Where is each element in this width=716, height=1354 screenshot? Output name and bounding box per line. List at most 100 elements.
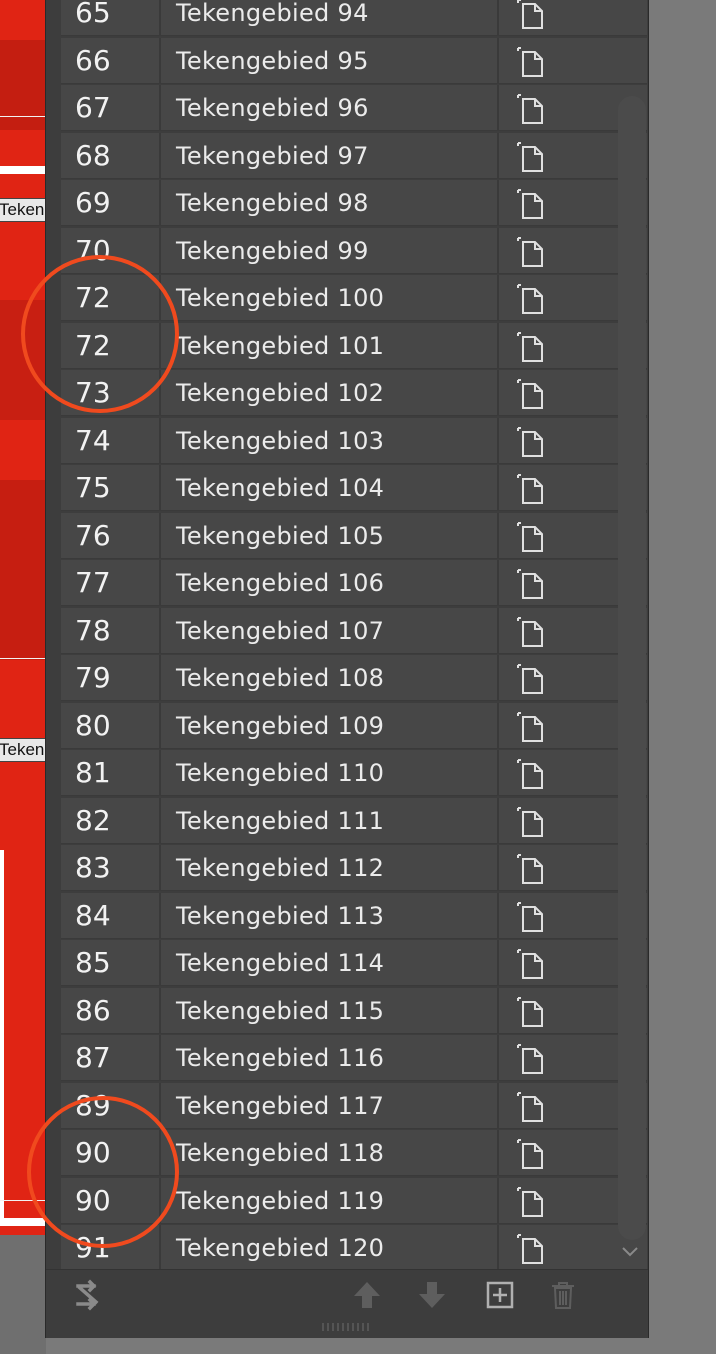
artboard-row[interactable]: 74 Tekengebied 103 (61, 417, 647, 464)
artboard-row[interactable]: 90 Tekengebied 119 (61, 1177, 647, 1224)
artboard-row[interactable]: 72 Tekengebied 100 (61, 275, 647, 321)
artboard-row[interactable]: 85 Tekengebied 114 (61, 940, 647, 986)
scrollbar-thumb[interactable] (618, 96, 646, 1240)
artboard-row[interactable]: 91 Tekengebied 120 (61, 1225, 647, 1269)
artboard-options-icon[interactable] (516, 141, 548, 173)
artboard-name[interactable]: Tekengebied 105 (163, 512, 499, 559)
artboard-options-icon[interactable] (516, 1186, 548, 1218)
artboard-name[interactable]: Tekengebied 119 (163, 1177, 499, 1224)
artboard-name[interactable]: Tekengebied 95 (163, 37, 499, 84)
artboard-row[interactable]: 78 Tekengebied 107 (61, 607, 647, 654)
artboard-row[interactable]: 65 Tekengebied 94 (61, 0, 647, 36)
artboard-options-icon[interactable] (516, 46, 548, 78)
artboard-options-icon[interactable] (516, 188, 548, 220)
artboard-options-icon[interactable] (516, 1043, 548, 1075)
artboard-row[interactable]: 83 Tekengebied 112 (61, 845, 647, 891)
artboard-options-icon[interactable] (516, 853, 548, 885)
artboard-options-icon[interactable] (516, 0, 548, 30)
artboard-row[interactable]: 68 Tekengebied 97 (61, 132, 647, 179)
artboard-name[interactable]: Tekengebied 106 (163, 560, 499, 606)
artboard-label[interactable]: Tekengebied (0, 738, 46, 762)
artboard-name[interactable]: Tekengebied 117 (163, 1082, 499, 1129)
artboard-row[interactable]: 89 Tekengebied 117 (61, 1082, 647, 1129)
artboard-options-icon[interactable] (516, 378, 548, 410)
artwork-canvas[interactable]: Tekengebied Tekengebied (0, 0, 46, 1235)
artboard-options-icon[interactable] (516, 473, 548, 505)
artboard-row[interactable]: 82 Tekengebied 111 (61, 797, 647, 844)
artboard-options-icon[interactable] (516, 758, 548, 790)
artboard-number: 90 (61, 1130, 161, 1176)
artboard-options-icon[interactable] (516, 996, 548, 1028)
artboard-row[interactable]: 86 Tekengebied 115 (61, 987, 647, 1034)
artboards-list[interactable]: 65 Tekengebied 94 66 Tekengebied 95 67 Tekeng… (61, 0, 647, 1269)
artboard-name[interactable]: Tekengebied 109 (163, 702, 499, 749)
artboard-row[interactable]: 66 Tekengebied 95 (61, 37, 647, 84)
artboard-row[interactable]: 87 Tekengebied 116 (61, 1035, 647, 1081)
panel-toolbar (46, 1269, 648, 1322)
artboard-row[interactable]: 81 Tekengebied 110 (61, 750, 647, 796)
artboard-row[interactable]: 80 Tekengebied 109 (61, 702, 647, 749)
artboard-name[interactable]: Tekengebied 108 (163, 655, 499, 701)
artboard-name[interactable]: Tekengebied 114 (163, 940, 499, 986)
artboard-row[interactable]: 70 Tekengebied 99 (61, 227, 647, 274)
artboard-options-icon[interactable] (516, 948, 548, 980)
artboard-options-icon[interactable] (516, 283, 548, 315)
artboard-options-icon[interactable] (516, 93, 548, 125)
artboard-number: 73 (61, 370, 161, 416)
artboard-name[interactable]: Tekengebied 94 (163, 0, 499, 36)
artboard-name[interactable]: Tekengebied 118 (163, 1130, 499, 1176)
artboard-options-icon[interactable] (516, 1138, 548, 1170)
new-artboard-icon[interactable] (483, 1278, 517, 1312)
artboard-name[interactable]: Tekengebied 96 (163, 85, 499, 131)
artboard-options-icon[interactable] (516, 521, 548, 553)
artboard-name[interactable]: Tekengebied 115 (163, 987, 499, 1034)
artboard-name[interactable]: Tekengebied 104 (163, 465, 499, 511)
artboard-name[interactable]: Tekengebied 111 (163, 797, 499, 844)
artboard-name[interactable]: Tekengebied 102 (163, 370, 499, 416)
artboard-number: 85 (61, 940, 161, 986)
artboard-options-icon[interactable] (516, 901, 548, 933)
artboard-row[interactable]: 72 Tekengebied 101 (61, 322, 647, 369)
artboard-row[interactable]: 73 Tekengebied 102 (61, 370, 647, 416)
artboard-name[interactable]: Tekengebied 100 (163, 275, 499, 321)
artboard-number: 76 (61, 512, 161, 559)
artboard-row[interactable]: 67 Tekengebied 96 (61, 85, 647, 131)
chevron-down-icon[interactable] (619, 1240, 641, 1262)
artboard-options-icon[interactable] (516, 1091, 548, 1123)
artboard-options-icon[interactable] (516, 426, 548, 458)
artboard-name[interactable]: Tekengebied 99 (163, 227, 499, 274)
artboard-number: 82 (61, 797, 161, 844)
artboard-name[interactable]: Tekengebied 110 (163, 750, 499, 796)
artboard-name[interactable]: Tekengebied 103 (163, 417, 499, 464)
artboard-options-icon[interactable] (516, 663, 548, 695)
artboard-row[interactable]: 84 Tekengebied 113 (61, 892, 647, 939)
artboard-name[interactable]: Tekengebied 116 (163, 1035, 499, 1081)
artboard-label[interactable]: Tekengebied (0, 198, 46, 222)
artboard-options-icon[interactable] (516, 331, 548, 363)
artboard-options-icon[interactable] (516, 711, 548, 743)
resize-grip[interactable] (321, 1322, 371, 1332)
artboard-row[interactable]: 90 Tekengebied 118 (61, 1130, 647, 1176)
artboard-name[interactable]: Tekengebied 113 (163, 892, 499, 939)
artboard-row[interactable]: 76 Tekengebied 105 (61, 512, 647, 559)
artboard-options-icon[interactable] (516, 806, 548, 838)
artboard-frame (0, 1218, 46, 1226)
artboard-name[interactable]: Tekengebied 112 (163, 845, 499, 891)
artboard-name[interactable]: Tekengebied 120 (163, 1225, 499, 1269)
rearrange-artboards-icon[interactable] (72, 1278, 106, 1312)
artboard-row[interactable]: 69 Tekengebied 98 (61, 180, 647, 226)
artboard-options-icon[interactable] (516, 1233, 548, 1265)
artboard-name[interactable]: Tekengebied 98 (163, 180, 499, 226)
artboard-options-icon[interactable] (516, 568, 548, 600)
delete-artboard-icon[interactable] (546, 1278, 580, 1312)
artboard-options-icon[interactable] (516, 236, 548, 268)
artboard-row[interactable]: 79 Tekengebied 108 (61, 655, 647, 701)
artboard-name[interactable]: Tekengebied 107 (163, 607, 499, 654)
move-up-icon[interactable] (350, 1278, 384, 1312)
artboard-row[interactable]: 75 Tekengebied 104 (61, 465, 647, 511)
artboard-options-icon[interactable] (516, 616, 548, 648)
artboard-name[interactable]: Tekengebied 101 (163, 322, 499, 369)
artboard-row[interactable]: 77 Tekengebied 106 (61, 560, 647, 606)
artboard-name[interactable]: Tekengebied 97 (163, 132, 499, 179)
move-down-icon[interactable] (415, 1278, 449, 1312)
